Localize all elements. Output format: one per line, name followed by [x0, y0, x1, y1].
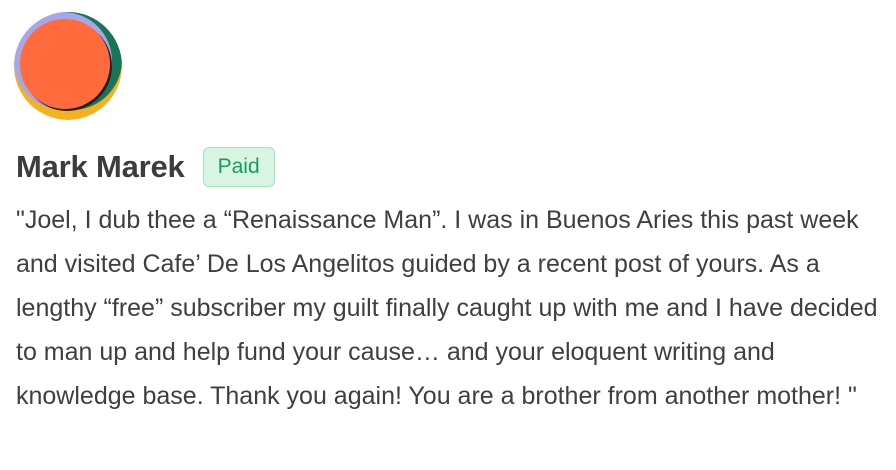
testimonial-card: Mark Marek Paid "Joel, I dub thee a “Ren… [0, 0, 896, 470]
avatar [14, 12, 122, 120]
testimonial-quote: "Joel, I dub thee a “Renaissance Man”. I… [16, 206, 878, 410]
author-header: Mark Marek Paid [16, 144, 275, 190]
author-name: Mark Marek [16, 149, 185, 184]
paid-badge: Paid [202, 147, 275, 187]
abstract-avatar-icon [14, 12, 122, 120]
